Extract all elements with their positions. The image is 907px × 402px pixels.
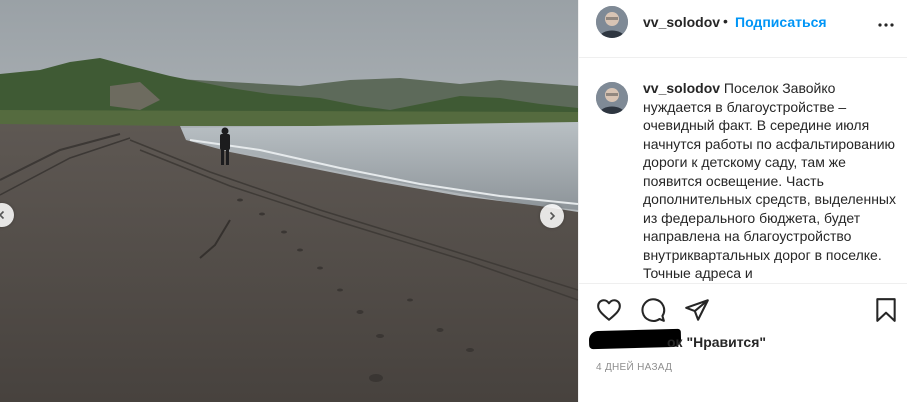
follow-button[interactable]: Подписаться [735,14,827,30]
caption-body: Поселок Завойко нуждается в благоустройс… [643,80,896,281]
more-horizontal-icon [878,14,894,32]
save-button[interactable] [873,297,899,323]
more-options-button[interactable] [878,15,894,31]
paper-plane-icon [684,297,710,323]
post-header: vv_solodov • Подписаться [579,0,907,58]
separator-dot: • [723,13,728,29]
avatar[interactable] [596,6,628,38]
caption-area: vv_solodov Поселок Завойко нуждается в б… [579,58,907,283]
like-button[interactable] [596,297,622,323]
share-button[interactable] [684,297,710,323]
chevron-left-icon [0,210,7,220]
heart-icon [596,297,622,323]
beach-photo [0,0,578,402]
comment-button[interactable] [640,297,666,323]
post-timestamp[interactable]: 4 ДНЕЙ НАЗАД [596,362,672,373]
avatar[interactable] [596,82,628,114]
caption-text: vv_solodov Поселок Завойко нуждается в б… [643,79,905,283]
likes-count[interactable]: ок "Нравится" [667,334,766,350]
bookmark-icon [873,297,899,323]
chevron-right-icon [547,211,557,221]
username-link[interactable]: vv_solodov [643,14,720,30]
post-photo[interactable] [0,0,578,402]
next-photo-button[interactable] [540,204,564,228]
caption-username[interactable]: vv_solodov [643,80,720,96]
post-side-panel: vv_solodov • Подписаться vv_solodov Посе… [578,0,907,402]
comment-icon [640,297,666,323]
